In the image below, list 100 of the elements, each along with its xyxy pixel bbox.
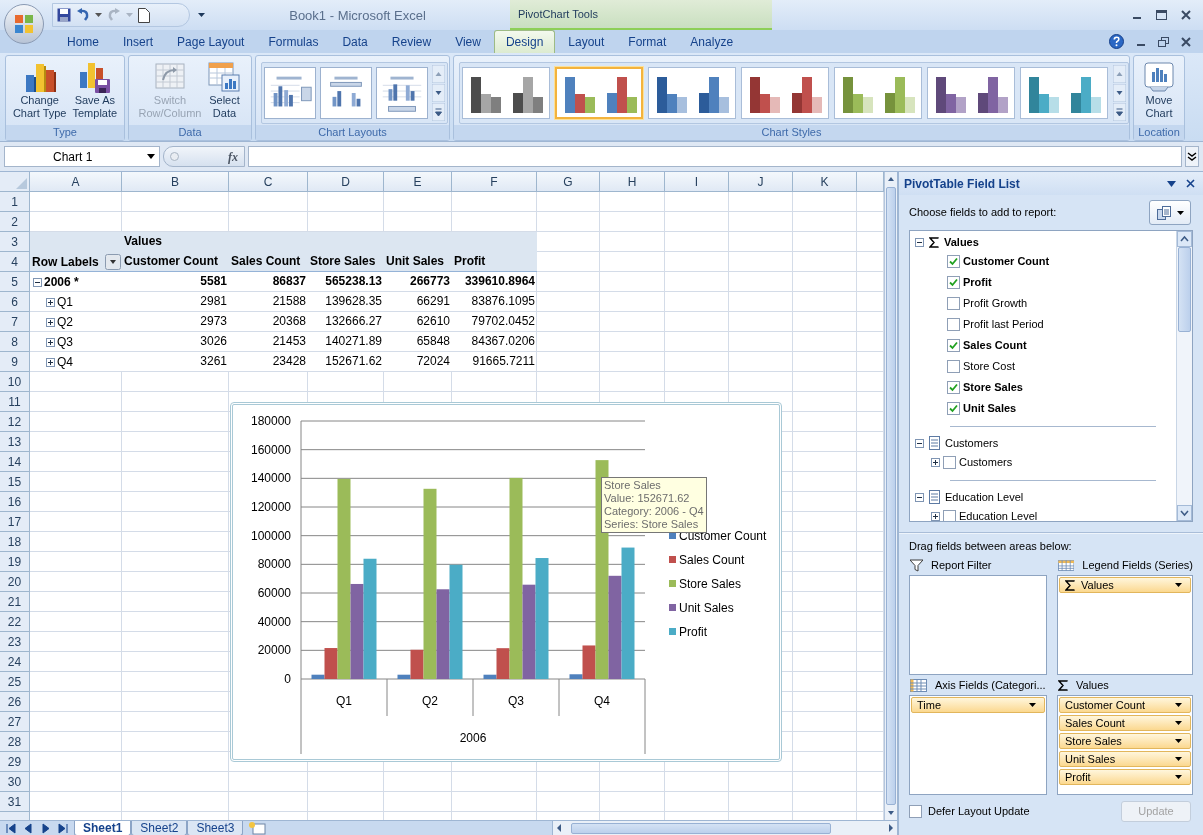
field-label[interactable]: Education Level	[959, 508, 1038, 521]
name-box[interactable]: Chart 1	[4, 146, 160, 167]
bar[interactable]	[311, 674, 325, 679]
row-header[interactable]: 14	[0, 452, 30, 472]
checkbox[interactable]	[943, 456, 956, 469]
last-sheet-icon[interactable]	[57, 822, 68, 834]
ribbon-tab[interactable]: Review	[380, 30, 443, 53]
style-thumbnail[interactable]	[1020, 67, 1108, 119]
first-sheet-icon[interactable]	[6, 822, 17, 834]
row-header[interactable]: 29	[0, 752, 30, 772]
customize-caret-icon[interactable]	[198, 13, 205, 17]
save-icon[interactable]	[57, 8, 71, 22]
field-chip[interactable]: Sales Count	[1059, 715, 1191, 731]
field-chip[interactable]: Store Sales	[1059, 733, 1191, 749]
scrollbar[interactable]	[1176, 231, 1192, 521]
scroll-thumb[interactable]	[1178, 247, 1191, 332]
column-header[interactable]: D	[308, 172, 384, 192]
formula-input[interactable]	[248, 146, 1182, 167]
layout-thumbnail[interactable]	[320, 67, 372, 119]
row-header[interactable]: 6	[0, 292, 30, 312]
style-thumbnail[interactable]	[462, 67, 550, 119]
more-icon[interactable]	[1113, 103, 1126, 121]
row-header[interactable]: 26	[0, 692, 30, 712]
row-header[interactable]: 9	[0, 352, 30, 372]
row-header[interactable]: 5	[0, 272, 30, 292]
caret-icon[interactable]	[95, 13, 102, 17]
sheet-tab[interactable]: Sheet2	[131, 820, 188, 835]
row-header[interactable]: 21	[0, 592, 30, 612]
layout-thumbnail[interactable]	[376, 67, 428, 119]
expand-icon[interactable]	[931, 458, 940, 467]
field-group-label[interactable]: Customers	[945, 434, 999, 452]
expand-icon[interactable]	[1185, 146, 1199, 167]
checkbox[interactable]	[947, 318, 960, 331]
row-header[interactable]: 13	[0, 432, 30, 452]
undo-icon[interactable]	[76, 8, 90, 22]
row-header[interactable]: 18	[0, 532, 30, 552]
expand-icon[interactable]	[46, 317, 55, 327]
expand-icon[interactable]	[931, 512, 940, 521]
sheet-tab[interactable]: Sheet1	[74, 820, 132, 835]
bar[interactable]	[410, 649, 424, 679]
expand-icon[interactable]	[46, 357, 55, 367]
previous-sheet-icon[interactable]	[23, 822, 34, 834]
row-header[interactable]: 2	[0, 212, 30, 232]
style-thumbnail[interactable]	[741, 67, 829, 119]
collapse-icon[interactable]	[33, 277, 42, 287]
field-chip[interactable]: Customer Count	[1059, 697, 1191, 713]
row-header[interactable]: 4	[0, 252, 30, 272]
ribbon-button[interactable]: Save As Template	[70, 60, 120, 120]
drop-area[interactable]	[909, 575, 1047, 675]
checkbox[interactable]	[947, 339, 960, 352]
ribbon-tab[interactable]: Insert	[112, 30, 165, 53]
field-group-label[interactable]: Education Level	[945, 488, 1024, 506]
row-header[interactable]: 28	[0, 732, 30, 752]
ribbon-button[interactable]: Select Data	[205, 60, 244, 120]
scroll-down-icon[interactable]	[432, 84, 445, 102]
checkbox[interactable]	[947, 402, 960, 415]
row-header[interactable]: 24	[0, 652, 30, 672]
column-header[interactable]: E	[384, 172, 452, 192]
column-header[interactable]: H	[600, 172, 665, 192]
style-thumbnail[interactable]	[834, 67, 922, 119]
ribbon-tab[interactable]: Format	[617, 30, 678, 53]
ribbon-tab[interactable]: Analyze	[679, 30, 745, 53]
row-header[interactable]: 22	[0, 612, 30, 632]
column-header[interactable]: C	[229, 172, 308, 192]
checkbox[interactable]	[943, 510, 956, 521]
checkbox[interactable]	[947, 255, 960, 268]
row-header[interactable]: 27	[0, 712, 30, 732]
row-header[interactable]: 11	[0, 392, 30, 412]
checkbox[interactable]	[909, 804, 922, 818]
row-header[interactable]: 20	[0, 572, 30, 592]
more-icon[interactable]	[432, 103, 445, 121]
field-label[interactable]: Customers	[959, 454, 1013, 471]
column-header[interactable]: I	[665, 172, 729, 192]
collapse-icon[interactable]	[915, 237, 924, 247]
row-header[interactable]: 15	[0, 472, 30, 492]
row-header[interactable]: 31	[0, 792, 30, 812]
ribbon-tab[interactable]: Data	[331, 30, 379, 53]
collapse-icon[interactable]	[915, 492, 924, 502]
field-chip[interactable]: Profit	[1059, 769, 1191, 785]
ribbon-tab[interactable]: Page Layout	[166, 30, 256, 53]
row-header[interactable]: 3	[0, 232, 30, 252]
row-header[interactable]: 1	[0, 192, 30, 212]
restore-icon[interactable]	[1158, 36, 1169, 47]
row-header[interactable]: 8	[0, 332, 30, 352]
insert-function-button[interactable]: fx	[228, 147, 238, 166]
row-header[interactable]: 19	[0, 552, 30, 572]
column-header[interactable]: A	[30, 172, 122, 192]
field-label[interactable]: Store Cost	[963, 358, 1015, 375]
scrollbar[interactable]	[884, 172, 897, 820]
ribbon-button[interactable]: Move Chart	[1140, 60, 1178, 120]
checkbox[interactable]	[947, 360, 960, 373]
style-thumbnail[interactable]	[555, 67, 643, 119]
field-label[interactable]: Store Sales	[963, 379, 1023, 396]
collapse-icon[interactable]	[915, 438, 924, 448]
field-chip[interactable]: Time	[911, 697, 1045, 713]
row-header[interactable]: 10	[0, 372, 30, 392]
layout-thumbnail[interactable]	[264, 67, 316, 119]
ribbon-tab[interactable]: View	[444, 30, 492, 53]
scroll-up-icon[interactable]	[1177, 231, 1192, 247]
style-thumbnail[interactable]	[648, 67, 736, 119]
